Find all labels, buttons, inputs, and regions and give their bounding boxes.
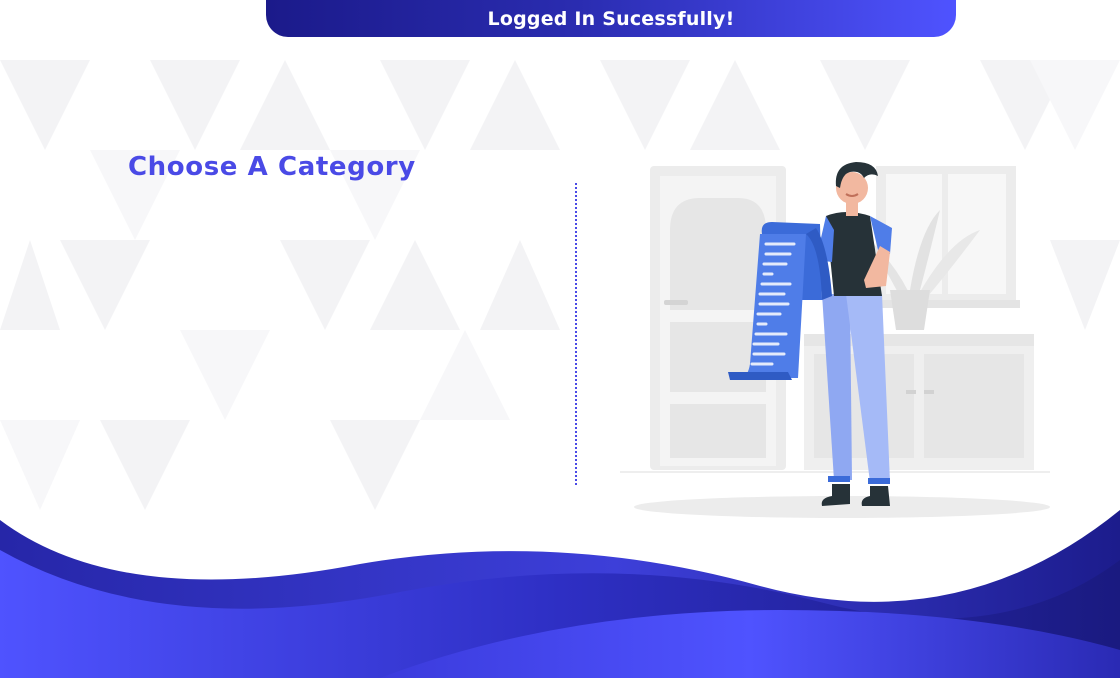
category-list xyxy=(128,200,548,480)
vertical-divider xyxy=(575,183,577,485)
toast-message: Logged In Sucessfully! xyxy=(487,7,735,30)
page-title: Choose A Category xyxy=(128,152,416,182)
person-reading-list-illustration xyxy=(620,162,1050,518)
success-toast: Logged In Sucessfully! xyxy=(266,0,956,37)
window-shape xyxy=(870,166,1020,308)
